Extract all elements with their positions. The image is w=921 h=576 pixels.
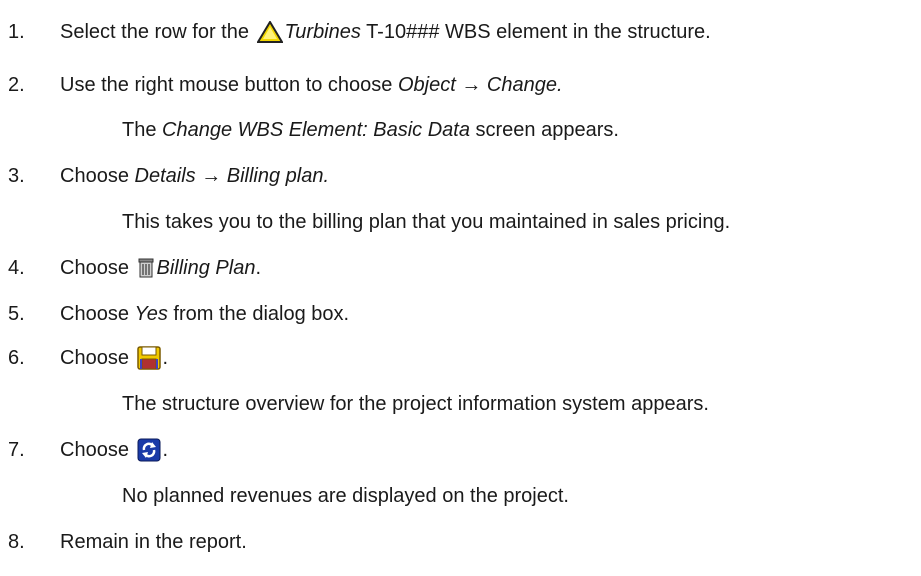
step-text: Use the right mouse button to choose Obj… [60,73,563,97]
step-text-part: Use the right mouse button to choose [60,74,398,96]
step-text-part: Choose [60,439,135,461]
step-text: Choose Yes from the dialog box. [60,302,349,326]
step-number: 4. [8,257,25,279]
step-text-italic: Billing plan. [226,165,330,187]
step-text-italic: Billing Plan [156,257,256,279]
step-text-part: . [162,439,169,461]
step-text-part: Choose [60,257,135,279]
step-text-part: T-10### WBS element in the structure. [360,21,711,43]
step-text-italic: Change. [486,74,563,96]
step-text: Choose Billing Plan. [60,256,261,280]
step-number: 6. [8,347,25,369]
refresh-icon [137,438,161,462]
step-text-part: Choose [60,347,135,369]
step-note: The Change WBS Element: Basic Data scree… [122,118,619,142]
step-number: 8. [8,531,25,553]
note-text-italic: Change WBS Element: Basic Data [162,119,470,141]
step-number: 2. [8,74,25,96]
step-note: No planned revenues are displayed on the… [122,485,569,507]
step-text-part: . [255,257,262,279]
step-text-italic: Yes [134,303,168,325]
step-text-part: Select the row for the [60,21,255,43]
step-note: This takes you to the billing plan that … [122,211,731,233]
step-number: 5. [8,303,25,325]
step-text-part: Choose [60,165,135,187]
step-note: The structure overview for the project i… [122,393,709,415]
menu-arrow: → [455,74,487,96]
warning-triangle-icon [256,21,283,43]
step-text-italic: Turbines [284,21,361,43]
step-text-part: from the dialog box. [167,303,350,325]
step-number: 7. [8,439,25,461]
step-number: 3. [8,165,25,187]
step-text: Choose . [60,438,168,462]
save-icon [136,346,161,370]
note-text-part: screen appears. [469,119,619,141]
menu-arrow: → [195,165,227,187]
step-text: Select the row for the Turbines T-10### … [60,20,711,44]
step-text: Choose . [60,346,168,370]
step-text-part: Choose [60,303,135,325]
step-number: 1. [8,21,25,43]
step-text-italic: Object [397,74,456,96]
step-text-italic: Details [134,165,196,187]
step-text-part: Remain in the report. [60,531,247,553]
step-text: Choose Details → Billing plan. [60,164,329,188]
trash-icon [137,257,155,279]
step-text-part: . [162,347,169,369]
note-text-part: The [122,119,163,141]
step-text: Remain in the report. [60,530,247,554]
